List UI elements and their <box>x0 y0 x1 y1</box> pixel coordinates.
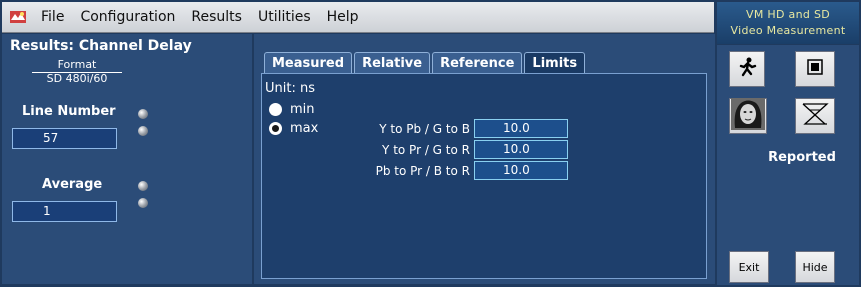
left-panel: Results: Channel Delay Format SD 480i/60… <box>2 34 252 284</box>
average-knob-2-icon[interactable] <box>138 198 148 208</box>
unit-label: Unit: ns <box>265 81 315 96</box>
waveform-icon <box>800 100 830 132</box>
runner-icon <box>736 56 758 82</box>
stop-icon <box>807 59 823 79</box>
limit-value-field[interactable]: 10.0 <box>474 161 568 180</box>
results-title: Results: Channel Delay <box>10 38 192 54</box>
radio-max-indicator[interactable] <box>269 122 282 135</box>
stop-button[interactable] <box>795 51 835 87</box>
limit-label: Pb to Pr / B to R <box>375 163 470 178</box>
average-label: Average <box>42 177 103 192</box>
menu-utilities[interactable]: Utilities <box>250 2 319 33</box>
picture-button[interactable] <box>729 98 767 134</box>
radio-min[interactable]: min <box>269 102 315 117</box>
app-title-line1: VM HD and SD <box>746 8 830 21</box>
right-panel: Reported Exit Hide <box>717 45 859 285</box>
reported-label: Reported <box>768 150 836 165</box>
waveform-button[interactable] <box>795 98 835 134</box>
tab-reference[interactable]: Reference <box>432 52 523 74</box>
tab-measured[interactable]: Measured <box>264 52 353 74</box>
app-title-line2: Video Measurement <box>730 24 846 37</box>
limits-panel: Unit: ns min max Y to Pb / G to B 10.0 Y… <box>261 73 707 279</box>
line-number-knob-2-icon[interactable] <box>138 126 148 136</box>
limit-label: Y to Pb / G to B <box>379 121 470 136</box>
radio-min-label: min <box>290 102 315 117</box>
line-number-label: Line Number <box>22 104 116 119</box>
limit-value-field[interactable]: 10.0 <box>474 140 568 159</box>
hide-button[interactable]: Hide <box>795 251 835 283</box>
radio-max-label: max <box>290 121 319 136</box>
menu-help[interactable]: Help <box>319 2 367 33</box>
limit-row: Y to Pr / G to R 10.0 <box>342 140 568 159</box>
tab-limits[interactable]: Limits <box>524 52 586 74</box>
line-number-field[interactable]: 57 <box>12 128 117 149</box>
limit-row: Pb to Pr / B to R 10.0 <box>342 161 568 180</box>
limit-row: Y to Pb / G to B 10.0 <box>342 119 568 138</box>
tab-bar: Measured Relative Reference Limits <box>264 52 587 74</box>
limit-label: Y to Pr / G to R <box>382 142 470 157</box>
app-title: VM HD and SD Video Measurement <box>717 2 859 44</box>
menu-results[interactable]: Results <box>183 2 250 33</box>
limit-value-field[interactable]: 10.0 <box>474 119 568 138</box>
radio-max[interactable]: max <box>269 121 318 136</box>
app-window: File Configuration Results Utilities Hel… <box>0 0 861 287</box>
main-panel: Measured Relative Reference Limits Unit:… <box>254 34 715 284</box>
tab-relative[interactable]: Relative <box>354 52 431 74</box>
radio-min-indicator[interactable] <box>269 103 282 116</box>
format-value: SD 480i/60 <box>46 72 108 85</box>
app-logo-icon <box>8 7 28 27</box>
format-label: Format <box>32 58 122 73</box>
line-number-knob-icon[interactable] <box>138 109 148 119</box>
menu-file[interactable]: File <box>33 2 72 33</box>
face-picture-icon <box>731 98 765 134</box>
average-field[interactable]: 1 <box>12 201 117 222</box>
average-knob-icon[interactable] <box>138 181 148 191</box>
exit-button[interactable]: Exit <box>729 251 769 283</box>
menu-configuration[interactable]: Configuration <box>72 2 183 33</box>
menu-bar: File Configuration Results Utilities Hel… <box>2 2 714 33</box>
run-button[interactable] <box>729 51 765 87</box>
